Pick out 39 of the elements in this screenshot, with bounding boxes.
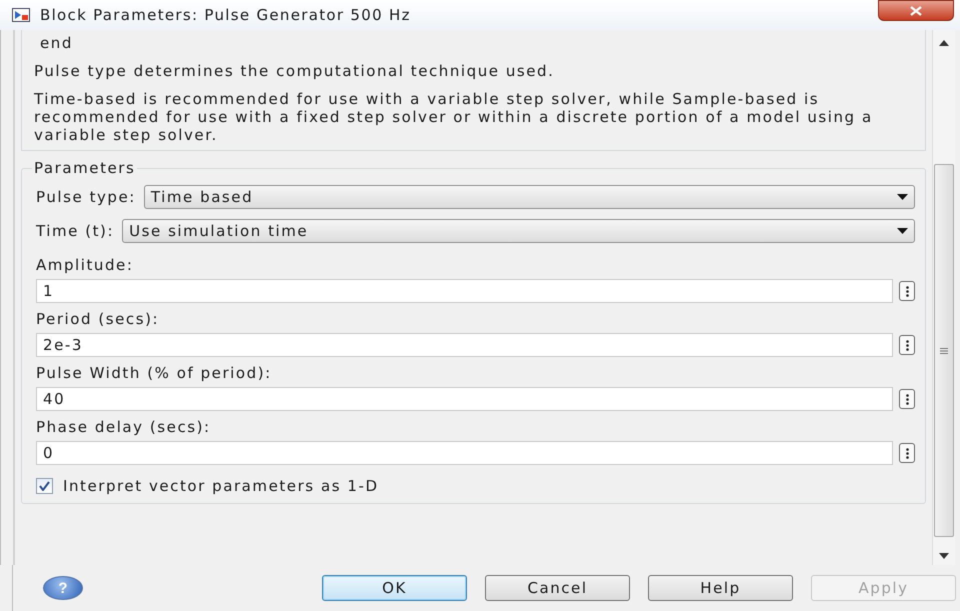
close-button[interactable] [878,0,954,21]
field-label: Phase delay (secs): [36,417,212,437]
dropdown-arrow-icon [897,228,908,234]
more-icon [906,340,908,350]
dropdown[interactable]: Time based [144,185,915,209]
input-field[interactable]: 2e-3 [36,333,893,357]
dropdown-arrow-icon [897,194,908,200]
dialog-button[interactable]: OK [322,575,467,601]
dropdown[interactable]: Use simulation time [122,219,915,243]
more-icon [906,448,908,458]
more-icon [906,286,908,296]
checkbox[interactable] [36,478,53,494]
more-button[interactable] [899,443,915,463]
more-button[interactable] [899,281,915,301]
scrollbar[interactable] [932,30,955,565]
field-label: Pulse Width (% of period): [36,363,273,383]
window-title: Block Parameters: Pulse Generator 500 Hz [40,6,411,24]
scroll-down-icon [939,553,949,559]
input-field[interactable]: 40 [36,387,893,411]
input-field[interactable]: 0 [36,441,893,465]
checkbox-label: Interpret vector parameters as 1-D [63,477,379,495]
grip-icon [940,348,948,354]
group-title: Parameters [33,159,136,177]
field-label: Period (secs): [36,309,160,329]
close-icon [910,6,922,16]
description-text: end [39,34,74,52]
dialog-button[interactable]: Cancel [485,575,630,601]
dialog-button[interactable]: Help [648,575,793,601]
field-label: Amplitude: [36,255,134,275]
description-text: Pulse type determines the computational technique used. [34,62,556,80]
block-icon [12,8,30,22]
input-field[interactable]: 1 [36,279,893,303]
more-icon [906,394,908,404]
field-label: Time (t): [36,222,114,240]
more-button[interactable] [899,335,915,355]
description-text: Time-based is recommended for use with a variable step solver, while Sample-based is recommended for use with a fixed step solver or within a discrete portion of a model using a variable step solver. [34,90,874,144]
field-label: Pulse type: [36,188,136,206]
more-button[interactable] [899,389,915,409]
scroll-up-icon [939,40,949,46]
